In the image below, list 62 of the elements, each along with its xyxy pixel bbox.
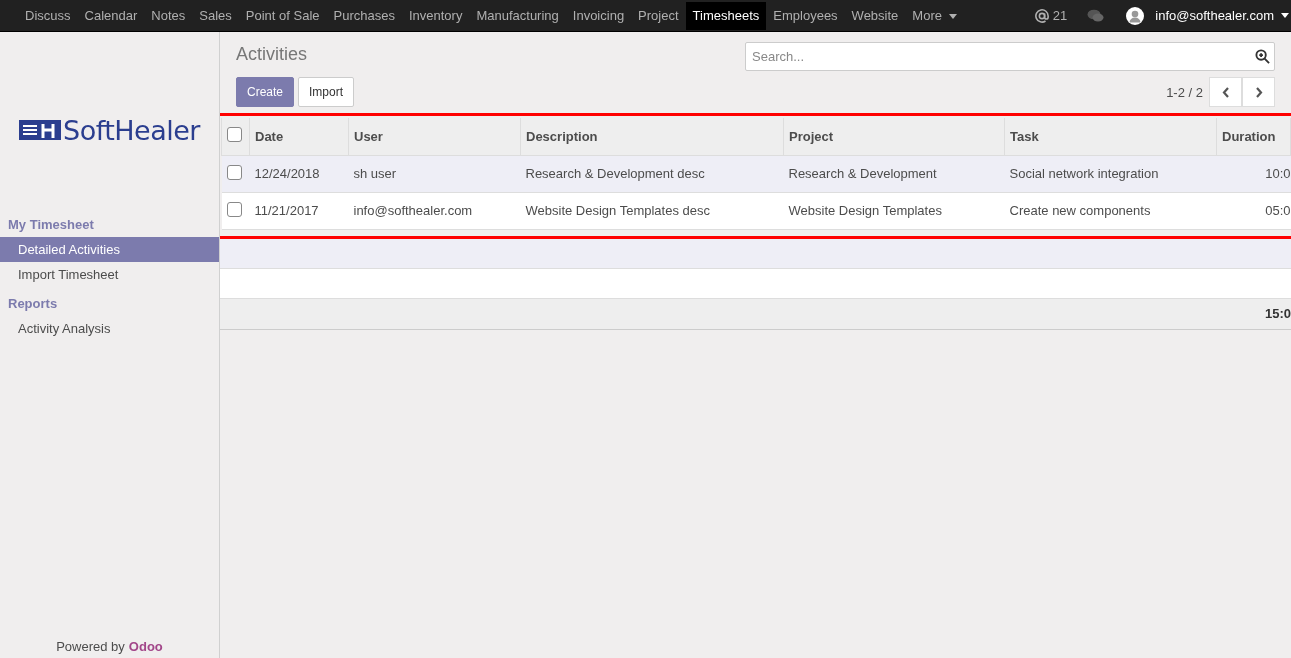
column-header[interactable]: Project xyxy=(783,118,1005,155)
table-cell: info@softhealer.com xyxy=(348,192,521,229)
table-cell: 11/21/2017 xyxy=(249,192,349,229)
table-cell: Research & Development desc xyxy=(520,155,784,192)
section-title: Reports xyxy=(7,295,59,313)
sidebar-item[interactable]: Import Timesheet xyxy=(0,262,219,287)
table-cell: Social network integration xyxy=(1004,155,1217,192)
sidebar-item[interactable]: Detailed Activities xyxy=(0,237,219,262)
powered-by-text: Powered by xyxy=(56,639,125,654)
app-menu-item[interactable]: Calendar xyxy=(77,1,145,30)
app-menu-item[interactable]: Manufacturing xyxy=(469,1,566,30)
at-icon[interactable] xyxy=(1034,8,1049,23)
column-header[interactable]: Task xyxy=(1004,118,1217,155)
column-header[interactable]: Description xyxy=(520,118,784,155)
table-cell: Research & Development xyxy=(783,155,1005,192)
app-menu-item[interactable]: Employees xyxy=(766,1,845,30)
chat-bubbles-icon[interactable] xyxy=(1087,8,1105,23)
row-checkbox[interactable] xyxy=(226,201,242,217)
mention-count[interactable]: 21 xyxy=(1052,8,1068,23)
more-menu[interactable]: More xyxy=(905,1,964,30)
app-menu-item[interactable]: Notes xyxy=(144,1,193,30)
table-cell: Create new components xyxy=(1004,192,1217,229)
app-menu-item[interactable]: Purchases xyxy=(326,1,402,30)
table-cell: 10:0 xyxy=(1216,155,1291,192)
column-header[interactable]: Date xyxy=(249,118,349,155)
app-menu-item[interactable]: Website xyxy=(844,1,906,30)
app-menu-item[interactable]: Inventory xyxy=(401,1,470,30)
select-all-checkbox[interactable] xyxy=(227,127,242,143)
caret-icon[interactable] xyxy=(1281,13,1289,18)
table-cell: 05:0 xyxy=(1216,192,1291,229)
user-menu[interactable]: info@softhealer.com xyxy=(1148,1,1277,30)
app-menu-item[interactable]: Point of Sale xyxy=(238,1,327,30)
logo-mark-icon xyxy=(19,118,61,142)
row-checkbox[interactable] xyxy=(226,164,242,180)
column-header[interactable]: Duration xyxy=(1216,118,1291,155)
app-menu-item[interactable]: Invoicing xyxy=(565,1,632,30)
app-menu-item[interactable]: Sales xyxy=(192,1,239,30)
search-icon[interactable] xyxy=(1255,49,1270,64)
search-field[interactable]: Search... xyxy=(745,42,1275,71)
pager-text: 1-2 / 2 xyxy=(1166,84,1203,100)
avatar-icon[interactable] xyxy=(1126,6,1145,25)
total-value: 15:0 xyxy=(1264,306,1291,321)
brand-name: SoftHealer xyxy=(63,114,200,146)
action-button[interactable]: Import xyxy=(298,77,355,107)
sidebar-item[interactable]: Activity Analysis xyxy=(0,316,219,341)
table-cell: Website Design Templates xyxy=(783,192,1005,229)
column-header[interactable]: User xyxy=(348,118,521,155)
page-title: Activities xyxy=(236,43,308,66)
odoo-link[interactable]: Odoo xyxy=(128,639,163,654)
section-title: My Timesheet xyxy=(7,216,95,234)
table-cell: sh user xyxy=(348,155,521,192)
table-cell: 12/24/2018 xyxy=(249,155,349,192)
chevron-right-icon[interactable] xyxy=(1254,86,1263,98)
app-menu-item[interactable]: Timesheets xyxy=(685,1,767,30)
next-button[interactable] xyxy=(1242,77,1275,107)
table-cell: Website Design Templates desc xyxy=(520,192,784,229)
action-button[interactable]: Create xyxy=(236,77,295,107)
app-menu-item[interactable]: Discuss xyxy=(18,1,78,30)
caret-icon[interactable] xyxy=(948,13,957,19)
previous-button[interactable] xyxy=(1209,77,1242,107)
app-menu-item[interactable]: Project xyxy=(631,1,686,30)
chevron-left-icon[interactable] xyxy=(1221,86,1230,98)
